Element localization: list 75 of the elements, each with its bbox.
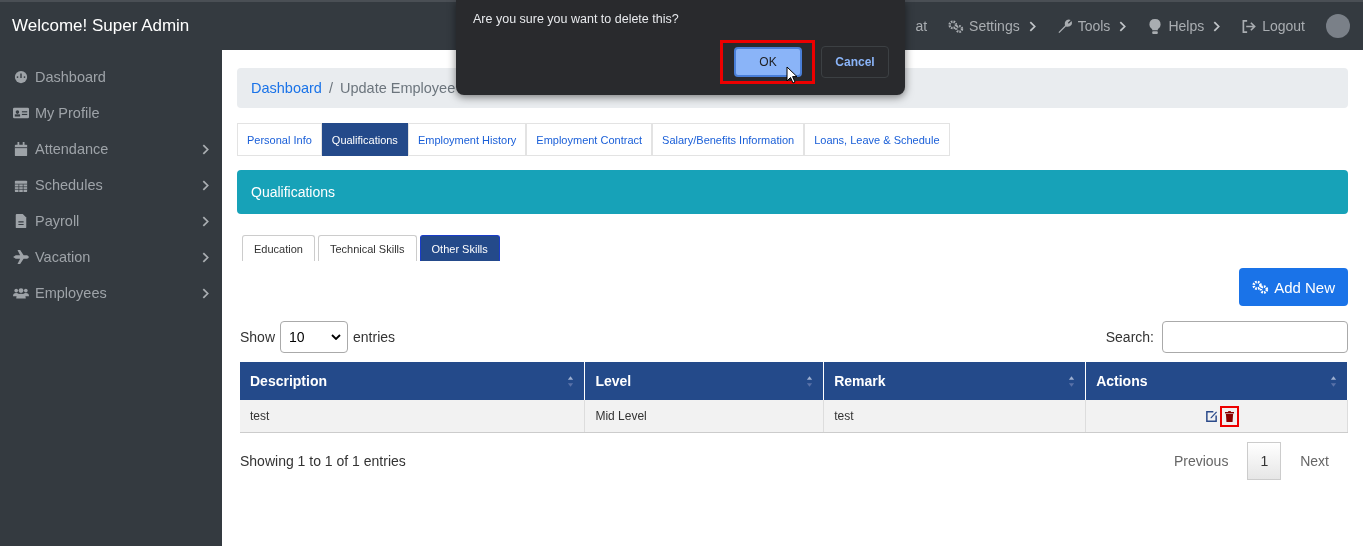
sort-icon <box>567 374 575 388</box>
chevron-right-icon <box>1119 20 1127 32</box>
wrench-icon <box>1056 18 1073 34</box>
tab[interactable]: Technical Skills <box>317 235 417 261</box>
tab[interactable]: Personal Info <box>237 123 322 156</box>
nav-link[interactable]: Helps <box>1147 18 1221 34</box>
sidebar-item[interactable]: Attendance <box>0 131 222 167</box>
dialog-message: Are you sure you want to delete this? <box>473 12 680 26</box>
show-label: Show <box>240 329 276 345</box>
search-field[interactable] <box>1162 321 1348 353</box>
chevron-right-icon <box>202 287 209 299</box>
tab[interactable]: Salary/Benefits Information <box>652 123 805 156</box>
users-icon <box>13 286 29 300</box>
nav-link[interactable]: Logout <box>1241 18 1305 34</box>
tab[interactable]: Other Skills <box>419 235 500 261</box>
cancel-button[interactable]: Cancel <box>821 46 889 78</box>
sidebar-item[interactable]: My Profile <box>0 95 222 131</box>
breadcrumb-link[interactable]: Dashboard <box>251 80 322 96</box>
chevron-right-icon <box>202 251 209 263</box>
search-label: Search: <box>1105 329 1154 345</box>
edit-icon[interactable] <box>1204 409 1218 423</box>
mouse-pointer-icon <box>786 66 798 84</box>
tab[interactable]: Loans, Leave & Schedule <box>804 123 950 156</box>
entries-info: Showing 1 to 1 of 1 entries <box>240 453 406 469</box>
calendar-grid-icon <box>13 178 29 192</box>
nav-link[interactable]: Tools <box>1056 18 1127 34</box>
id-card-icon <box>13 106 29 120</box>
document-icon <box>13 214 29 228</box>
light-bulb-icon <box>1147 18 1164 34</box>
gauge-icon <box>13 70 29 84</box>
panel-title: Qualifications <box>251 184 336 200</box>
entries-select[interactable]: 10 <box>280 321 349 353</box>
sidebar-item[interactable]: Dashboard <box>0 59 222 95</box>
sidebar-item[interactable]: Schedules <box>0 167 222 203</box>
sidebar-item[interactable]: Employees <box>0 275 222 311</box>
previous-button[interactable]: Previous <box>1154 442 1248 480</box>
sort-icon <box>1330 374 1337 388</box>
gears-icon <box>1252 280 1270 294</box>
chevron-right-icon <box>1213 20 1221 32</box>
table-cell: test <box>823 400 1086 433</box>
chevron-right-icon <box>202 179 209 191</box>
table-cell: Mid Level <box>584 400 824 433</box>
brand-title: Welcome! Super Admin <box>11 16 190 36</box>
breadcrumb-separator: / <box>328 80 333 96</box>
nav-link[interactable]: at <box>915 18 928 34</box>
caret-icon <box>331 334 342 340</box>
sort-icon <box>806 374 814 388</box>
next-button[interactable]: Next <box>1281 442 1348 480</box>
column-header[interactable]: Actions <box>1085 362 1348 400</box>
gears-icon <box>948 18 965 34</box>
ok-button[interactable]: OK <box>734 47 802 77</box>
page-button[interactable]: 1 <box>1247 442 1282 480</box>
nav-link[interactable]: Settings <box>948 18 1036 34</box>
sort-icon <box>1068 374 1076 388</box>
calendar-icon <box>13 142 29 156</box>
add-new-button[interactable]: Add New <box>1239 268 1348 306</box>
chevron-right-icon <box>1028 20 1036 32</box>
breadcrumb-current: Update Employee <box>339 80 456 96</box>
tab[interactable]: Qualifications <box>321 123 408 156</box>
tab[interactable]: Education <box>242 235 315 261</box>
sidebar-item[interactable]: Payroll <box>0 203 222 239</box>
column-header[interactable]: Level <box>584 362 824 400</box>
table-cell: test <box>240 400 585 433</box>
column-header[interactable]: Remark <box>823 362 1086 400</box>
chevron-right-icon <box>202 143 209 155</box>
delete-icon[interactable] <box>1219 405 1239 427</box>
avatar[interactable] <box>1326 14 1350 38</box>
sidebar-item[interactable]: Vacation <box>0 239 222 275</box>
column-header[interactable]: Description <box>240 362 585 400</box>
entries-label: entries <box>353 329 396 345</box>
airplane-icon <box>13 250 29 264</box>
logout-icon <box>1241 18 1258 34</box>
chevron-right-icon <box>202 215 209 227</box>
tab[interactable]: Employment Contract <box>526 123 653 156</box>
tab[interactable]: Employment History <box>407 123 527 156</box>
